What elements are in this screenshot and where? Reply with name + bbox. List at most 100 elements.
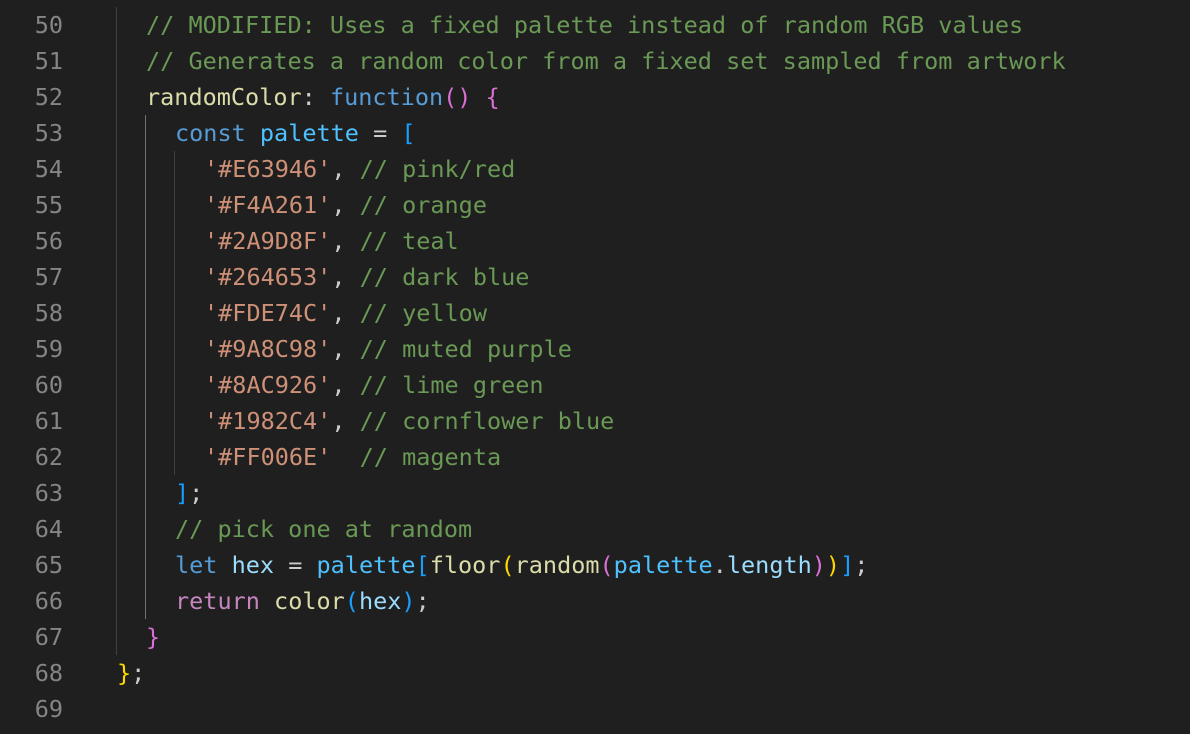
code-line[interactable]: 54 '#E63946', // pink/red [0,151,1190,187]
line-content: // MODIFIED: Uses a fixed palette instea… [146,7,1023,43]
code-token-comment: // muted purple [359,335,572,363]
line-content: '#8AC926', // lime green [204,367,544,403]
line-content: } [146,619,160,655]
code-line[interactable]: 50 // MODIFIED: Uses a fixed palette inst… [0,7,1190,43]
code-line[interactable]: 69 [0,691,1190,727]
indent-guide [145,475,146,511]
code-line[interactable]: 55 '#F4A261', // orange [0,187,1190,223]
code-token-const: palette [259,119,359,147]
indent-guide [116,547,117,583]
code-token-punc: = [358,119,402,147]
line-content: '#1982C4', // cornflower blue [204,403,614,439]
code-line[interactable]: 68}; [0,655,1190,691]
indent-guide [116,403,117,439]
code-token-str: '#FDE74C' [204,299,332,327]
indent-guide [145,115,146,151]
indent-guide [116,115,117,151]
code-line[interactable]: 57 '#264653', // dark blue [0,259,1190,295]
line-content: }; [117,655,145,691]
code-line[interactable]: 63]; [0,475,1190,511]
code-token-var: hex [358,587,402,615]
code-token-str: '#1982C4' [204,407,332,435]
code-token-punc: ; [131,659,146,687]
line-number: 68 [34,659,63,687]
code-token-comment: // orange [359,191,487,219]
line-number: 65 [34,551,63,579]
code-token-punc: ; [854,551,869,579]
code-token-str: '#264653' [204,263,332,291]
code-token-str: '#FF006E' [204,443,332,471]
line-number: 59 [34,335,63,363]
code-line[interactable]: 56 '#2A9D8F', // teal [0,223,1190,259]
code-token-comment: // MODIFIED: Uses a fixed palette instea… [146,11,1024,39]
indent-guide [145,367,146,403]
code-token-punc: , [331,263,360,291]
line-number: 53 [34,119,63,147]
line-number: 51 [34,47,63,75]
line-number: 69 [34,695,63,723]
code-token-punc [331,443,359,471]
indent-guide [174,151,175,187]
line-number: 54 [34,155,63,183]
indent-guide [116,259,117,295]
code-line[interactable]: 59 '#9A8C98', // muted purple [0,331,1190,367]
line-content: ]; [175,475,203,511]
code-token-b2: } [146,623,161,651]
code-token-comment: // cornflower blue [359,407,615,435]
code-token-comment: // lime green [359,371,544,399]
code-token-b3: [ [415,551,430,579]
code-token-comment: // pick one at random [175,515,473,543]
line-content: '#264653', // dark blue [204,259,529,295]
code-line[interactable]: 62 '#FF006E' // magenta [0,439,1190,475]
code-token-b1: ) [825,551,841,579]
line-number: 67 [34,623,63,651]
line-number: 50 [34,11,63,39]
indent-guide [116,7,117,43]
indent-guide [116,511,117,547]
code-editor[interactable]: 50 // MODIFIED: Uses a fixed palette inst… [0,7,1190,734]
code-token-kw: function [329,83,444,111]
code-line[interactable]: 61 '#1982C4', // cornflower blue [0,403,1190,439]
code-token-comment: // teal [359,227,459,255]
line-number: 61 [34,407,63,435]
code-token-str: '#F4A261' [204,191,332,219]
indent-guide [116,331,117,367]
line-content: randomColor: function() { [146,79,500,115]
indent-guide [174,439,175,475]
code-token-b1: ( [500,551,515,579]
code-token-kw: let [175,551,218,579]
code-token-punc: , [331,191,360,219]
indent-guide [174,331,175,367]
code-line[interactable]: 66 return color(hex); [0,583,1190,619]
indent-guide [174,223,175,259]
indent-guide [145,439,146,475]
code-token-punc: , [331,227,360,255]
code-line[interactable]: 52 randomColor: function() { [0,79,1190,115]
indent-guide [145,223,146,259]
indent-guide [116,79,117,115]
code-token-str: '#9A8C98' [204,335,332,363]
line-content: '#FF006E' // magenta [204,439,501,475]
indent-guide [116,43,117,79]
code-token-punc: . [712,551,727,579]
code-line[interactable]: 51 // Generates a random color from a fix… [0,43,1190,79]
indent-guide [145,403,146,439]
indent-guide [145,583,146,619]
indent-guide [145,547,146,583]
indent-guide [174,187,175,223]
indent-guide [116,295,117,331]
indent-guide [174,295,175,331]
indent-guide [116,187,117,223]
code-token-b1: } [117,659,132,687]
indent-guide [116,475,117,511]
code-line[interactable]: 60 '#8AC926', // lime green [0,367,1190,403]
code-line[interactable]: 64 // pick one at random [0,511,1190,547]
code-line[interactable]: 65 let hex = palette[floor(random(palette… [0,547,1190,583]
code-token-var: hex [231,551,275,579]
line-content: '#9A8C98', // muted purple [204,331,572,367]
code-line[interactable]: 53 const palette = [ [0,115,1190,151]
code-line[interactable]: 58 '#FDE74C', // yellow [0,295,1190,331]
code-line[interactable]: 67} [0,619,1190,655]
line-content: '#FDE74C', // yellow [204,295,487,331]
code-token-str: '#E63946' [204,155,332,183]
